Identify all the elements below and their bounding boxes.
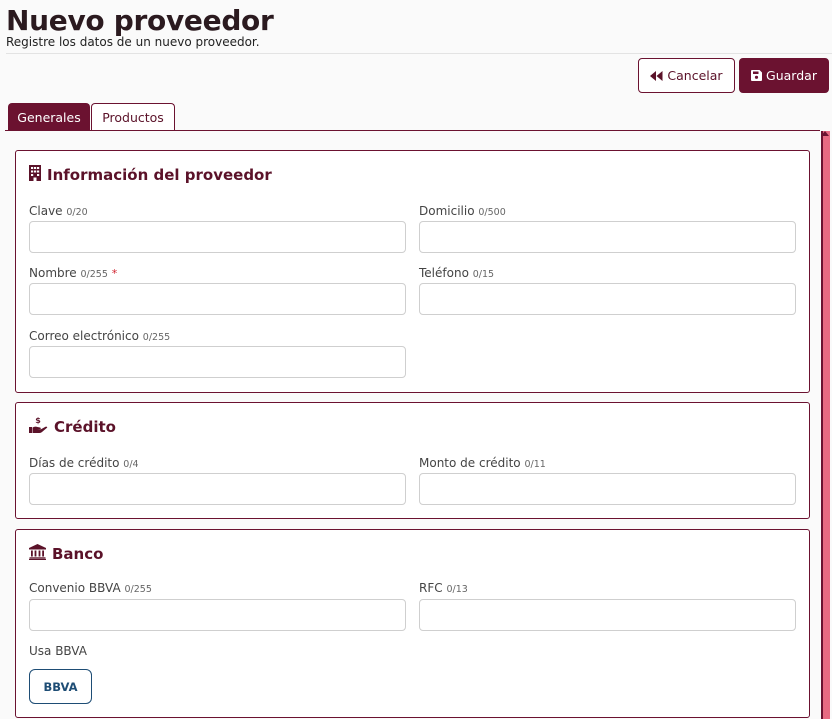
correo-label: Correo electrónico 0/255 [29,329,170,343]
rfc-input[interactable] [419,599,796,631]
convenio-bbva-input[interactable] [29,599,406,631]
char-counter: 0/255 [142,332,171,343]
cancel-label: Cancelar [667,68,723,83]
field-label-text: Convenio BBVA [29,581,121,595]
field-label-text: Nombre [29,266,77,280]
char-counter: 0/255 [124,584,152,595]
section-heading: Información del proveedor [47,166,272,184]
section-title-banco: Banco [29,544,103,564]
char-counter: 0/15 [472,269,495,280]
dias-credito-input[interactable] [29,473,406,505]
bank-icon [29,544,46,564]
clave-input[interactable] [29,221,406,253]
field-label-text: Correo electrónico [29,329,139,343]
dias-credito-label: Días de crédito 0/4 [29,456,139,470]
field-label-text: Teléfono [419,266,469,280]
field-label-text: Días de crédito [29,456,120,470]
section-credito: $ Crédito Días de crédito 0/4 Monto de c… [15,402,810,519]
telefono-input[interactable] [419,283,796,315]
monto-credito-label: Monto de crédito 0/11 [419,456,546,470]
char-counter: 0/4 [123,459,139,470]
save-label: Guardar [766,68,817,83]
char-counter: 0/13 [446,584,468,595]
domicilio-input[interactable] [419,221,796,253]
required-marker: * [111,267,118,280]
field-label-text: Clave [29,204,63,218]
usa-bbva-label: Usa BBVA [29,644,87,658]
hand-holding-dollar-icon: $ [29,416,48,438]
section-banco: Banco Convenio BBVA 0/255 RFC 0/13 Usa B… [15,529,810,718]
section-informacion: Información del proveedor Clave 0/20 Dom… [15,150,810,393]
tab-generales[interactable]: Generales [8,103,90,130]
cancel-button[interactable]: Cancelar [638,58,735,93]
section-heading: Crédito [54,418,116,436]
header-divider [6,53,832,54]
nombre-label: Nombre 0/255 * [29,266,117,280]
section-title-credito: $ Crédito [29,416,116,438]
clave-label: Clave 0/20 [29,204,88,218]
char-counter: 0/255 [80,269,108,280]
field-label-text: RFC [419,581,443,595]
char-counter: 0/20 [66,207,88,218]
tab-productos[interactable]: Productos [91,103,175,130]
scrollbar[interactable] [821,131,830,719]
bbva-toggle-button[interactable]: BBVA [29,669,92,704]
scroll-up-arrow[interactable] [821,131,829,136]
section-heading: Banco [52,545,104,563]
domicilio-label: Domicilio 0/500 [419,204,506,218]
page-subtitle: Registre los datos de un nuevo proveedor… [6,35,260,49]
save-button[interactable]: Guardar [739,58,829,93]
nombre-input[interactable] [29,283,406,315]
field-label-text: Monto de crédito [419,456,521,470]
correo-input[interactable] [29,346,406,378]
tab-bar: Generales Productos [8,103,175,130]
section-title-informacion: Información del proveedor [29,165,272,185]
backward-icon [650,70,663,81]
monto-credito-input[interactable] [419,473,796,505]
svg-text:$: $ [35,416,41,425]
char-counter: 0/500 [478,207,506,218]
char-counter: 0/11 [524,459,546,470]
field-label-text: Domicilio [419,204,475,218]
tabs-underline [5,130,820,131]
floppy-disk-icon [751,70,763,81]
telefono-label: Teléfono 0/15 [419,266,494,280]
rfc-label: RFC 0/13 [419,581,468,595]
convenio-bbva-label: Convenio BBVA 0/255 [29,581,152,595]
building-icon [29,165,41,185]
